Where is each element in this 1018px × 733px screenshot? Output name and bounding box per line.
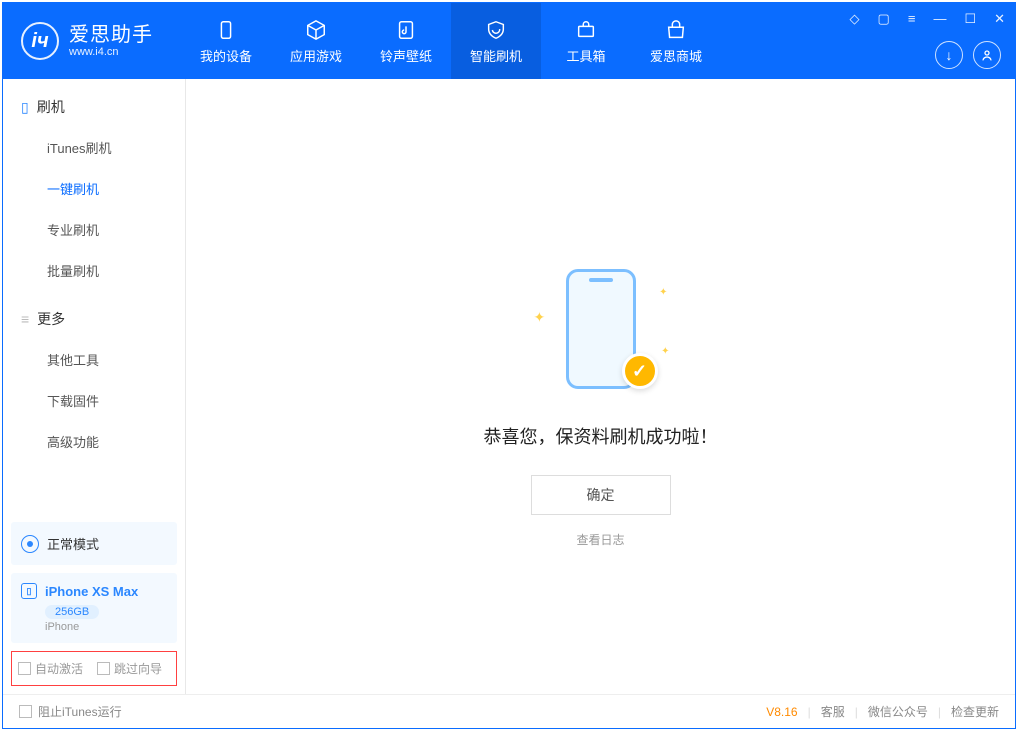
device-icon [214, 18, 238, 42]
refresh-shield-icon [484, 18, 508, 42]
tab-toolbox[interactable]: 工具箱 [541, 3, 631, 79]
device-box[interactable]: ▯ iPhone XS Max 256GB iPhone [11, 573, 177, 643]
mode-indicator-icon [21, 535, 39, 553]
device-type: iPhone [45, 621, 167, 633]
feedback-icon[interactable]: ▢ [874, 9, 894, 29]
body: ▯ 刷机 iTunes刷机 一键刷机 专业刷机 批量刷机 ≡ 更多 其他工具 下… [3, 79, 1015, 694]
store-icon [664, 18, 688, 42]
checkbox-block-itunes[interactable]: 阻止iTunes运行 [19, 703, 122, 720]
view-log-link[interactable]: 查看日志 [576, 531, 624, 548]
sidebar-section-label: 刷机 [37, 97, 65, 117]
support-link[interactable]: 客服 [821, 703, 845, 720]
flags-row: 自动激活 跳过向导 [11, 651, 177, 686]
tab-apps-games[interactable]: 应用游戏 [271, 3, 361, 79]
app-title: 爱思助手 [69, 24, 153, 46]
footer-left: 阻止iTunes运行 [19, 703, 122, 720]
tab-label: 智能刷机 [470, 46, 522, 65]
sidebar-header-more: ≡ 更多 [3, 309, 185, 339]
music-note-icon [394, 18, 418, 42]
sidebar-bottom: 正常模式 ▯ iPhone XS Max 256GB iPhone 自动激活 跳… [3, 514, 185, 694]
sidebar-item-download-firmware[interactable]: 下载固件 [3, 380, 185, 421]
tab-ringtones-wallpaper[interactable]: 铃声壁纸 [361, 3, 451, 79]
mode-label: 正常模式 [47, 534, 99, 553]
device-icon: ▯ [21, 583, 37, 599]
check-update-link[interactable]: 检查更新 [951, 703, 999, 720]
main-tabs: 我的设备 应用游戏 铃声壁纸 智能刷机 工具箱 爱思商城 [181, 3, 721, 79]
tab-label: 工具箱 [566, 46, 605, 65]
cube-icon [304, 18, 328, 42]
checkbox-label: 阻止iTunes运行 [38, 703, 122, 720]
sidebar-item-other-tools[interactable]: 其他工具 [3, 339, 185, 380]
toolbox-icon [574, 18, 598, 42]
checkbox-auto-activate[interactable]: 自动激活 [18, 660, 83, 677]
list-icon: ≡ [21, 311, 29, 327]
check-badge-icon: ✓ [622, 353, 658, 389]
ok-button[interactable]: 确定 [531, 475, 671, 515]
account-button[interactable] [973, 41, 1001, 69]
app-window: iч 爱思助手 www.i4.cn 我的设备 应用游戏 铃声壁纸 智能刷机 [2, 2, 1016, 729]
footer: 阻止iTunes运行 V8.16 | 客服 | 微信公众号 | 检查更新 [3, 694, 1015, 728]
logo-area: iч 爱思助手 www.i4.cn [3, 3, 171, 79]
sparkle-icon: ✦ [534, 309, 546, 326]
sidebar-section-label: 更多 [37, 309, 65, 329]
checkbox-label: 跳过向导 [114, 660, 162, 677]
close-button[interactable]: ✕ [990, 9, 1009, 29]
theme-icon[interactable]: ◇ [846, 9, 864, 29]
checkbox-icon [19, 705, 32, 718]
sidebar-item-oneclick-flash[interactable]: 一键刷机 [3, 168, 185, 209]
main-content: ✓ ✦ ✦ ✦ 恭喜您，保资料刷机成功啦！ 确定 查看日志 [186, 79, 1015, 694]
maximize-button[interactable]: ☐ [960, 9, 980, 29]
tab-smart-flash[interactable]: 智能刷机 [451, 3, 541, 79]
wechat-link[interactable]: 微信公众号 [868, 703, 928, 720]
checkbox-icon [97, 662, 110, 675]
tab-label: 爱思商城 [650, 46, 702, 65]
sparkle-icon: ✦ [661, 346, 669, 357]
sidebar-header-flash: ▯ 刷机 [3, 97, 185, 127]
app-subtitle: www.i4.cn [69, 46, 153, 58]
tab-label: 应用游戏 [290, 46, 342, 65]
menu-icon[interactable]: ≡ [904, 9, 920, 29]
window-controls: ◇ ▢ ≡ — ☐ ✕ [846, 9, 1009, 29]
footer-right: V8.16 | 客服 | 微信公众号 | 检查更新 [766, 703, 999, 720]
tab-my-device[interactable]: 我的设备 [181, 3, 271, 79]
device-capacity: 256GB [45, 605, 99, 619]
version-label: V8.16 [766, 705, 797, 719]
sidebar-item-advanced[interactable]: 高级功能 [3, 421, 185, 462]
mode-box[interactable]: 正常模式 [11, 522, 177, 565]
sidebar: ▯ 刷机 iTunes刷机 一键刷机 专业刷机 批量刷机 ≡ 更多 其他工具 下… [3, 79, 186, 694]
sidebar-item-pro-flash[interactable]: 专业刷机 [3, 209, 185, 250]
download-manager-button[interactable]: ↓ [935, 41, 963, 69]
logo-icon: iч [21, 22, 59, 60]
minimize-button[interactable]: — [929, 9, 950, 29]
checkbox-label: 自动激活 [35, 660, 83, 677]
logo-text: 爱思助手 www.i4.cn [69, 24, 153, 58]
tab-label: 我的设备 [200, 46, 252, 65]
sparkle-icon: ✦ [659, 287, 667, 298]
checkbox-skip-guide[interactable]: 跳过向导 [97, 660, 162, 677]
device-name: iPhone XS Max [45, 584, 138, 599]
sidebar-section-more: ≡ 更多 其他工具 下载固件 高级功能 [3, 291, 185, 462]
phone-icon: ▯ [21, 99, 29, 116]
tab-label: 铃声壁纸 [380, 46, 432, 65]
sidebar-section-flash: ▯ 刷机 iTunes刷机 一键刷机 专业刷机 批量刷机 [3, 79, 185, 291]
divider: | [938, 705, 941, 719]
divider: | [808, 705, 811, 719]
header: iч 爱思助手 www.i4.cn 我的设备 应用游戏 铃声壁纸 智能刷机 [3, 3, 1015, 79]
tab-store[interactable]: 爱思商城 [631, 3, 721, 79]
sidebar-item-itunes-flash[interactable]: iTunes刷机 [3, 127, 185, 168]
success-illustration: ✓ ✦ ✦ ✦ [526, 269, 676, 399]
success-message: 恭喜您，保资料刷机成功啦！ [484, 423, 718, 449]
checkbox-icon [18, 662, 31, 675]
divider: | [855, 705, 858, 719]
header-round-buttons: ↓ [935, 41, 1001, 69]
sidebar-item-batch-flash[interactable]: 批量刷机 [3, 250, 185, 291]
